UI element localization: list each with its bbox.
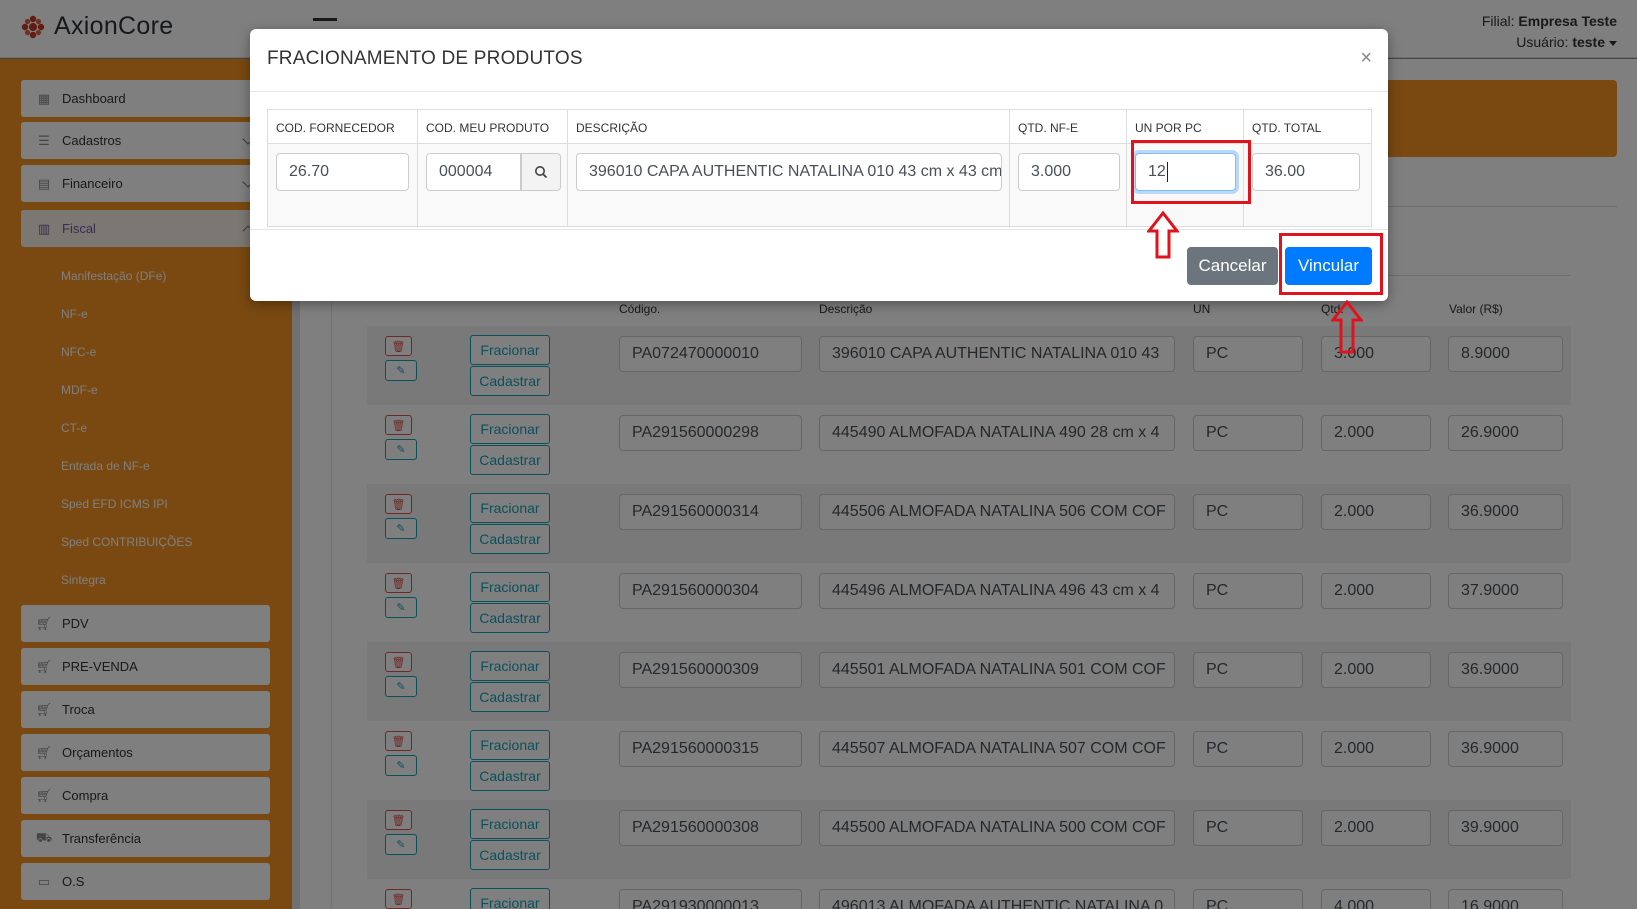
modal-header: FRACIONAMENTO DE PRODUTOS × bbox=[250, 29, 1388, 92]
cancel-button[interactable]: Cancelar bbox=[1187, 247, 1278, 285]
header-label: COD. FORNECEDOR bbox=[276, 121, 395, 135]
arrow-up-icon bbox=[1147, 211, 1179, 259]
header-label: DESCRIÇÃO bbox=[576, 121, 648, 135]
header-label: QTD. NF-E bbox=[1018, 121, 1078, 135]
header-label: COD. MEU PRODUTO bbox=[426, 121, 550, 135]
header-label: QTD. TOTAL bbox=[1252, 121, 1322, 135]
highlight-vincular bbox=[1279, 233, 1383, 295]
descricao-input[interactable]: 396010 CAPA AUTHENTIC NATALINA 010 43 cm… bbox=[576, 153, 1002, 191]
highlight-un-por-pc bbox=[1131, 140, 1251, 204]
search-button[interactable] bbox=[521, 153, 561, 191]
qtd-nfe-input[interactable]: 3.000 bbox=[1018, 153, 1120, 191]
search-icon bbox=[535, 166, 548, 179]
modal-footer-divider bbox=[250, 229, 1388, 230]
close-icon[interactable]: × bbox=[1360, 47, 1372, 70]
arrow-up-icon bbox=[1331, 300, 1363, 354]
header-label: UN POR PC bbox=[1135, 121, 1202, 135]
qtd-total-input[interactable]: 36.00 bbox=[1252, 153, 1360, 191]
cod-meu-produto-input[interactable]: 000004 bbox=[426, 153, 521, 191]
modal-title: FRACIONAMENTO DE PRODUTOS bbox=[267, 48, 583, 69]
cod-fornecedor-input[interactable]: 26.70 bbox=[276, 153, 409, 191]
